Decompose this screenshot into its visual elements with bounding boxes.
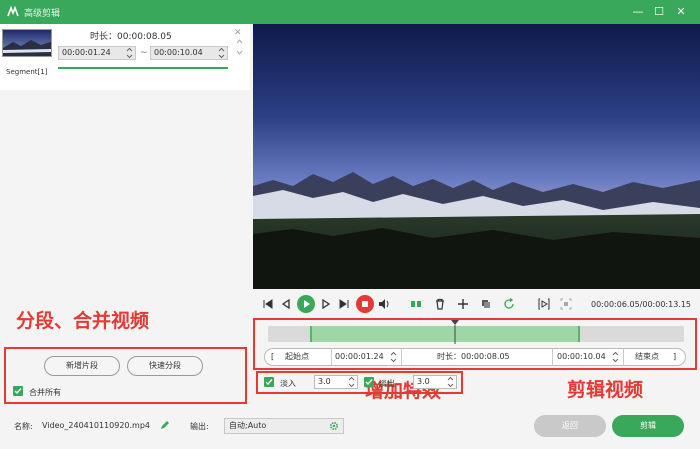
spinner-icon[interactable] bbox=[347, 376, 356, 388]
split-icon[interactable] bbox=[409, 297, 423, 311]
divider bbox=[623, 349, 624, 365]
remove-segment-icon[interactable]: ✕ bbox=[234, 28, 242, 38]
segment-start-field[interactable]: 00:00:01.24 bbox=[58, 46, 136, 60]
segment-thumbnail[interactable] bbox=[2, 29, 52, 57]
spinner-icon[interactable] bbox=[611, 351, 620, 363]
new-segment-button[interactable]: 新增片段 bbox=[44, 356, 120, 376]
merge-all-checkbox[interactable] bbox=[13, 386, 23, 396]
name-label: 名称: bbox=[14, 422, 33, 431]
edit-video-annotation: 剪辑视频 bbox=[567, 379, 644, 401]
copy-icon[interactable] bbox=[479, 297, 493, 311]
quick-segment-button[interactable]: 快速分段 bbox=[127, 356, 203, 376]
trim-end-value[interactable]: 00:00:10.04 bbox=[557, 349, 606, 365]
playback-controls: 00:00:06.05/00:00:13.15 bbox=[253, 289, 700, 319]
minimize-icon[interactable]: — bbox=[630, 4, 646, 20]
output-select[interactable]: 自动;Auto bbox=[224, 418, 344, 434]
segment-end-field[interactable]: 00:00:10.04 bbox=[150, 46, 228, 60]
fade-in-checkbox[interactable] bbox=[264, 377, 274, 387]
segment-progress-bar bbox=[58, 67, 228, 69]
trim-timeline[interactable] bbox=[268, 320, 684, 344]
check-icon bbox=[265, 379, 273, 386]
window-title: 高级剪辑 bbox=[24, 9, 61, 19]
divider bbox=[401, 349, 402, 365]
fade-out-checkbox[interactable] bbox=[364, 377, 374, 387]
maximize-icon[interactable]: ☐ bbox=[651, 4, 667, 20]
spinner-icon[interactable] bbox=[125, 47, 134, 59]
mark-in-icon[interactable] bbox=[537, 297, 551, 311]
divider bbox=[331, 349, 332, 365]
snapshot-icon[interactable] bbox=[559, 297, 573, 311]
reorder-arrows-icon[interactable] bbox=[235, 38, 244, 56]
back-button[interactable]: 返回 bbox=[534, 415, 606, 437]
end-bracket-icon: ] bbox=[673, 352, 677, 361]
gear-icon[interactable] bbox=[329, 421, 339, 431]
title-bar: 高级剪辑 — ☐ ✕ bbox=[0, 0, 700, 24]
fade-out-value: 3.0 bbox=[417, 377, 430, 386]
segment-end-value: 00:00:10.04 bbox=[154, 48, 203, 57]
skip-to-start-icon[interactable] bbox=[261, 297, 275, 311]
reset-icon[interactable] bbox=[502, 297, 516, 311]
trim-range-row: [ 起始点 00:00:01.24 时长：00:00:08.05 00:00:1… bbox=[264, 348, 686, 366]
start-bracket-icon: [ bbox=[271, 352, 275, 361]
close-icon[interactable]: ✕ bbox=[673, 4, 689, 20]
previous-frame-icon[interactable] bbox=[279, 297, 293, 311]
skip-to-end-icon[interactable] bbox=[337, 297, 351, 311]
check-icon bbox=[365, 379, 373, 386]
stop-button-icon[interactable] bbox=[356, 295, 374, 313]
divider bbox=[552, 349, 553, 365]
add-icon[interactable] bbox=[456, 297, 470, 311]
segment-duration: 时长：00:00:08.05 bbox=[90, 32, 172, 42]
start-point-button[interactable]: 起始点 bbox=[285, 349, 309, 365]
segment-label: Segment[1] bbox=[6, 68, 48, 76]
next-frame-icon[interactable] bbox=[319, 297, 333, 311]
trim-selection[interactable] bbox=[309, 326, 580, 342]
segment-start-value: 00:00:01.24 bbox=[62, 48, 111, 57]
volume-icon[interactable] bbox=[377, 297, 391, 311]
fade-in-value: 3.0 bbox=[318, 377, 331, 386]
output-label: 输出: bbox=[190, 422, 209, 431]
spinner-icon[interactable] bbox=[446, 376, 455, 388]
trim-duration: 时长：00:00:08.05 bbox=[437, 352, 510, 361]
fade-in-label: 淡入 bbox=[280, 379, 296, 388]
video-preview[interactable] bbox=[253, 24, 700, 289]
edit-button[interactable]: 剪辑 bbox=[612, 415, 684, 437]
spinner-icon[interactable] bbox=[389, 351, 398, 363]
end-point-button[interactable]: 结束点 bbox=[635, 349, 659, 365]
merge-all-label: 合并所有 bbox=[29, 388, 61, 397]
play-button-icon[interactable] bbox=[297, 295, 315, 313]
fade-out-label: 淡出 bbox=[379, 379, 395, 388]
output-value: 自动;Auto bbox=[229, 421, 267, 430]
fade-in-input[interactable]: 3.0 bbox=[314, 375, 358, 389]
fade-out-input[interactable]: 3.0 bbox=[413, 375, 457, 389]
check-icon bbox=[14, 388, 22, 395]
trim-start-value[interactable]: 00:00:01.24 bbox=[335, 349, 384, 365]
edit-pencil-icon[interactable] bbox=[160, 420, 170, 430]
segment-merge-annotation: 分段、合并视频 bbox=[16, 310, 150, 332]
file-name: Video_240410110920.mp4 bbox=[42, 421, 150, 430]
app-logo-icon bbox=[7, 5, 19, 17]
playhead-marker-icon[interactable] bbox=[451, 320, 460, 344]
spinner-icon[interactable] bbox=[217, 47, 226, 59]
range-separator: ~ bbox=[140, 48, 148, 58]
delete-icon[interactable] bbox=[433, 297, 447, 311]
segment-card[interactable]: Segment[1] 时长：00:00:08.05 00:00:01.24 ~ … bbox=[0, 24, 250, 90]
playback-timecode: 00:00:06.05/00:00:13.15 bbox=[591, 300, 691, 309]
